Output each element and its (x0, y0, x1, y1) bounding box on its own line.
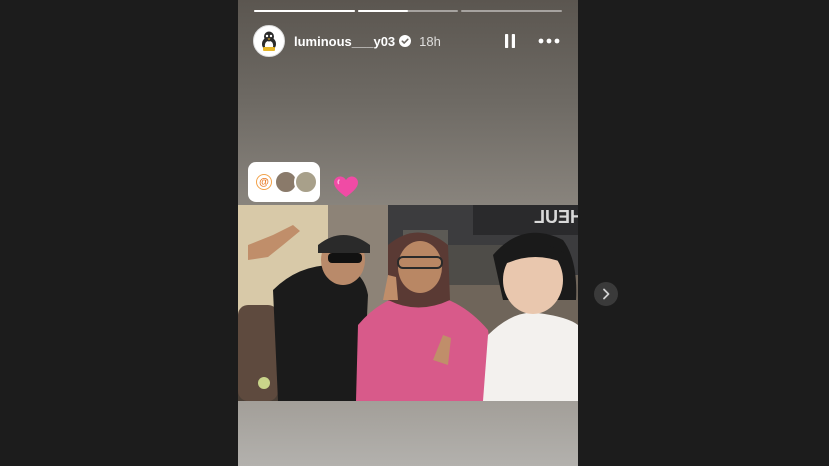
more-options-icon[interactable] (536, 31, 562, 51)
story-viewer: luminous___y03 18h @ EUL (238, 0, 578, 466)
progress-segment (461, 10, 563, 12)
verified-badge-icon (399, 35, 412, 47)
username[interactable]: luminous___y03 (294, 34, 395, 49)
progress-segment (357, 10, 459, 12)
next-story-button[interactable] (594, 282, 618, 306)
chevron-right-icon (603, 288, 610, 300)
pink-heart-sticker (334, 176, 358, 203)
pause-icon[interactable] (500, 31, 520, 51)
story-header: luminous___y03 18h (253, 25, 562, 57)
story-photo: HEUL (238, 205, 578, 401)
avatar[interactable] (253, 25, 285, 57)
progress-segment (254, 10, 355, 12)
svg-text:HEUL: HEUL (534, 207, 578, 227)
story-progress (254, 10, 563, 12)
threads-icon: @ (256, 174, 272, 190)
threads-mention-sticker[interactable]: @ (248, 162, 320, 202)
mention-avatar (294, 170, 318, 194)
post-time: 18h (419, 33, 441, 49)
